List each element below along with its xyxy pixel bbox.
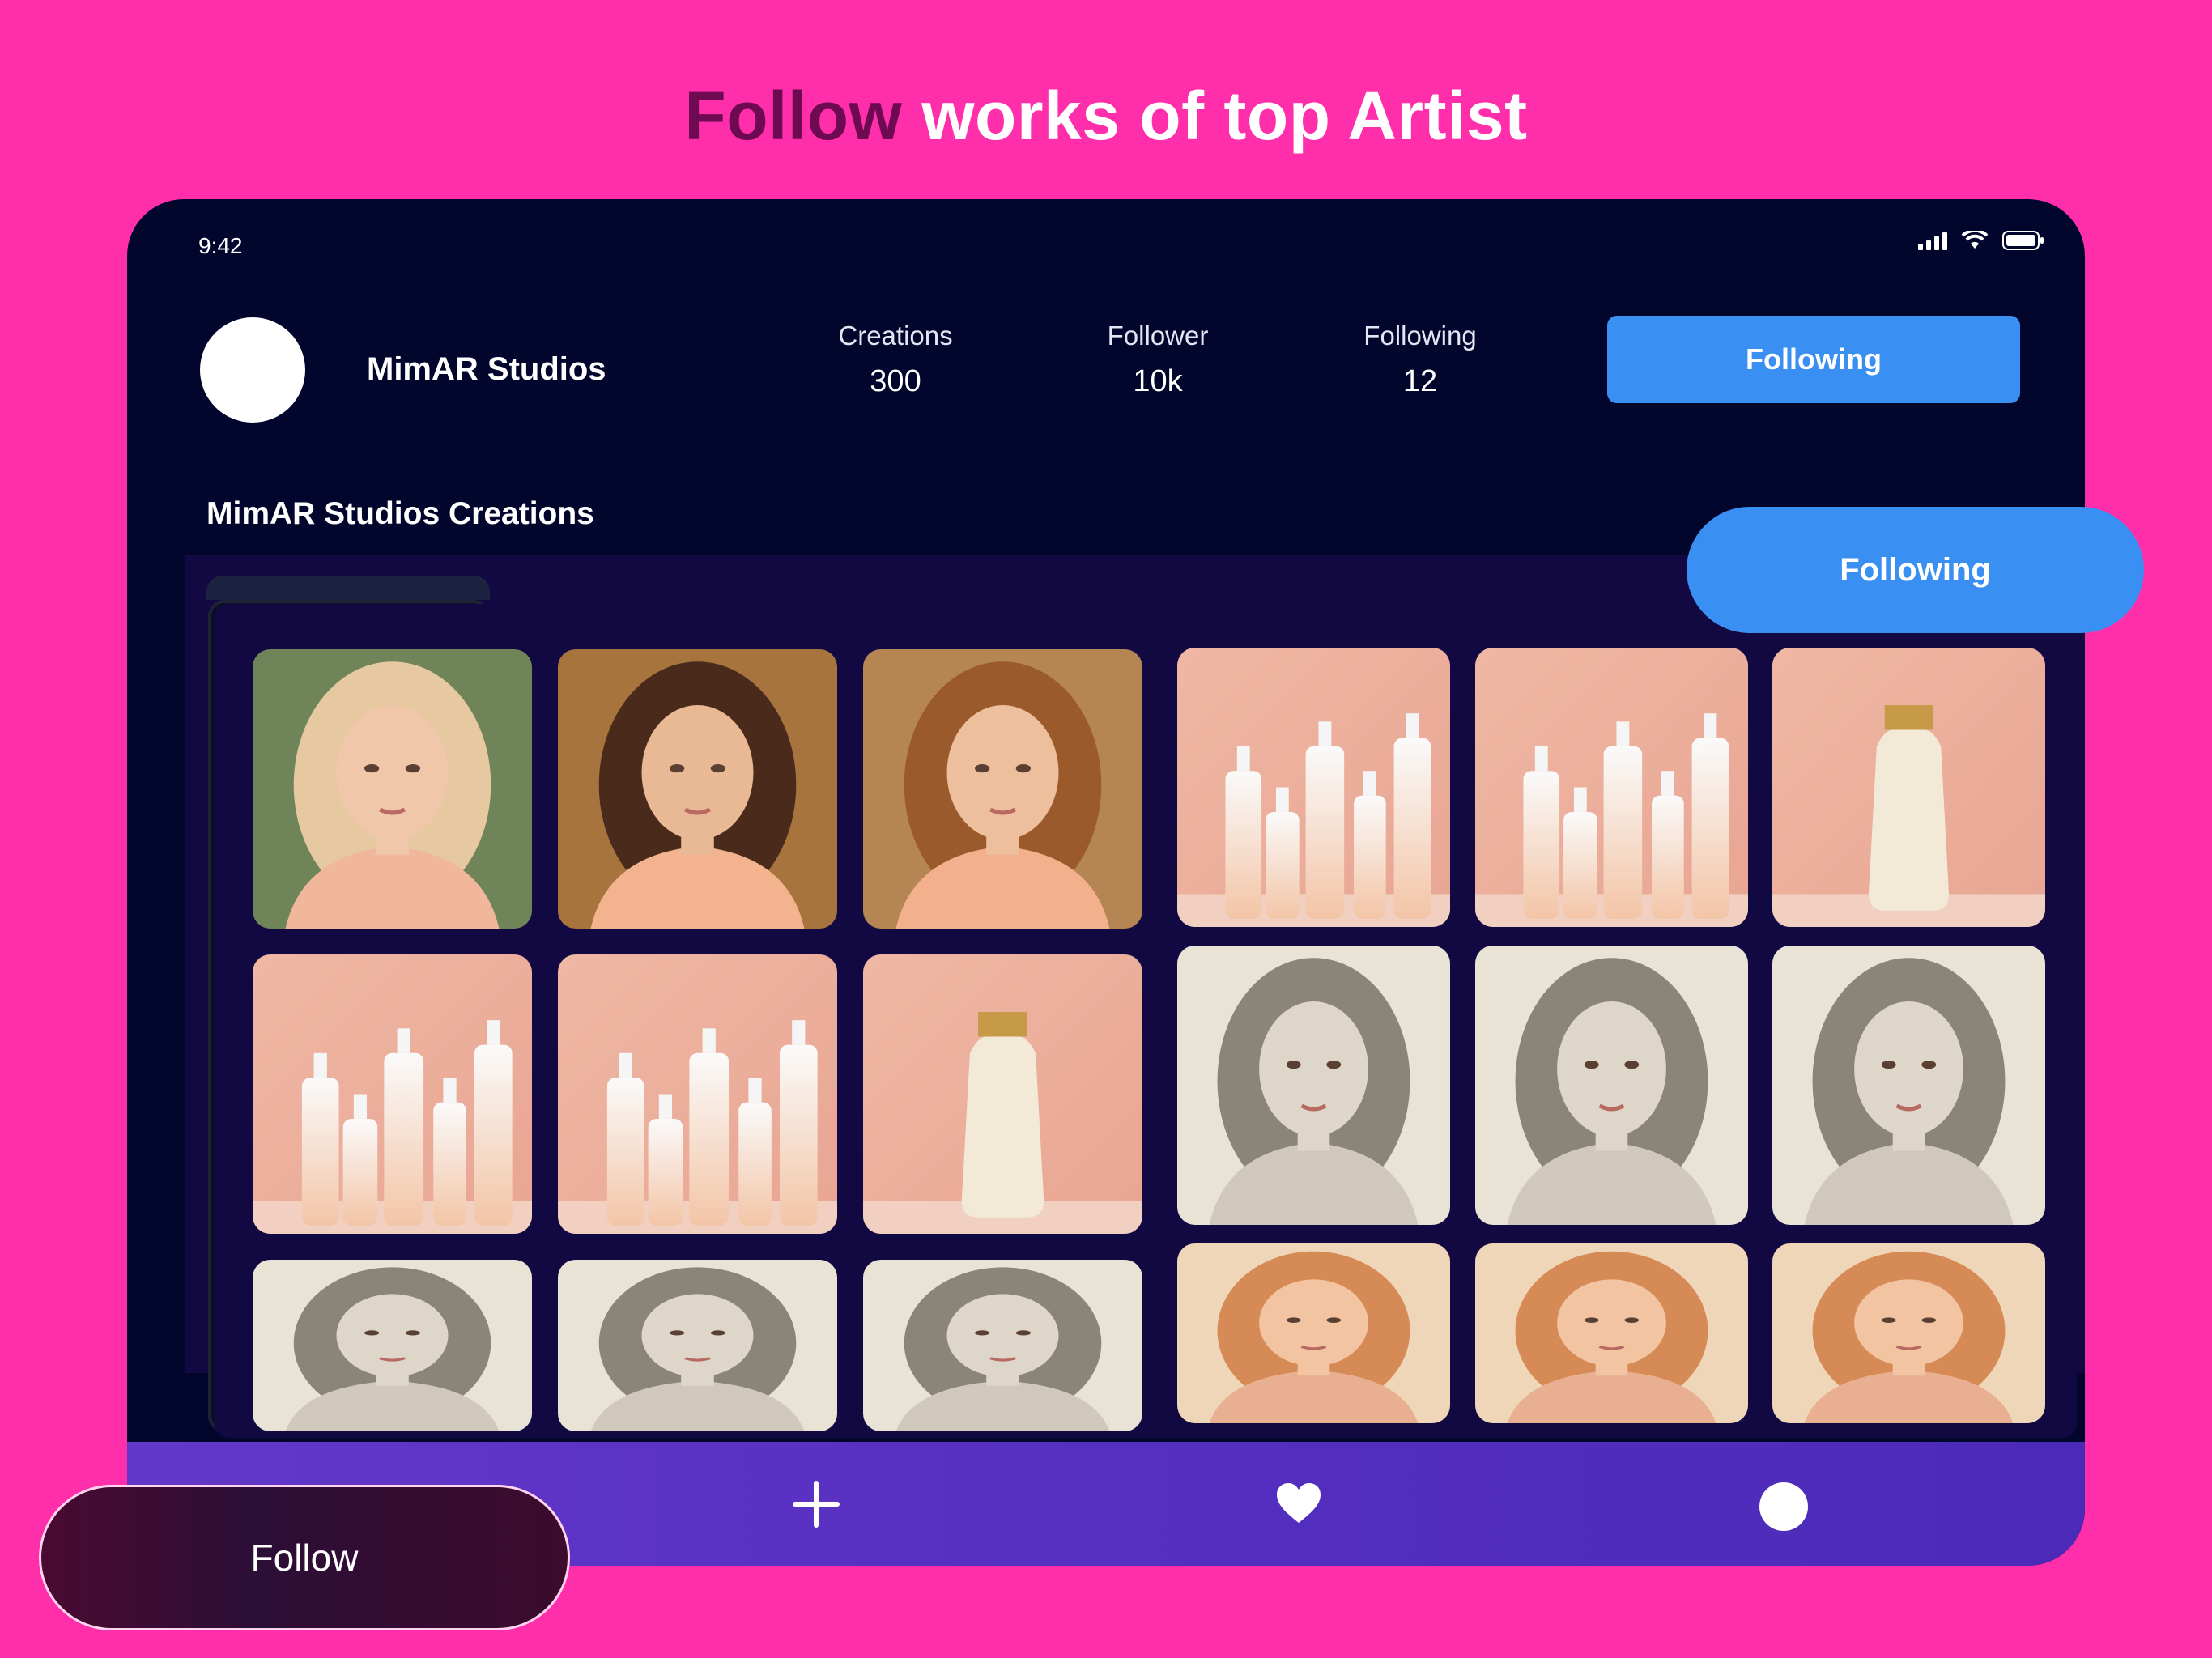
creation-thumbnail[interactable] [253,649,532,929]
creation-thumbnail[interactable] [1177,946,1450,1225]
stat-label: Following [1363,321,1477,351]
heart-icon[interactable] [1275,1482,1322,1528]
creation-thumbnail[interactable] [1475,946,1748,1225]
wifi-icon [1962,231,1988,250]
creation-thumbnail[interactable] [1772,946,2045,1225]
creation-thumbnail[interactable] [863,954,1142,1234]
stat-value: 12 [1402,364,1438,398]
creation-thumbnail[interactable] [1177,1244,1450,1423]
creation-thumbnail[interactable] [1772,648,2045,927]
battery-icon [2002,230,2044,251]
headline-rest: works of top Artist [902,78,1528,154]
avatar[interactable] [200,317,305,423]
following-pill-button[interactable]: Following [1687,507,2144,633]
creation-thumbnail[interactable] [253,1260,532,1431]
creation-thumbnail[interactable] [558,649,837,929]
creation-thumbnail[interactable] [863,1260,1142,1431]
profile-icon[interactable] [1759,1482,1808,1531]
creation-thumbnail[interactable] [558,1260,837,1431]
headline-accent: Follow [684,78,903,154]
creation-thumbnail[interactable] [863,649,1142,929]
follow-pill-button[interactable]: Follow [39,1485,570,1630]
stat-value: 300 [870,364,921,398]
stat-label: Follower [1107,321,1209,351]
creation-thumbnail[interactable] [1475,1244,1748,1423]
ghost-tab [206,576,490,600]
stat-creations[interactable]: Creations 300 [798,321,993,399]
creation-thumbnail[interactable] [1772,1244,2045,1423]
stat-value: 10k [1133,364,1183,398]
following-button[interactable]: Following [1607,316,2020,403]
headline: Follow works of top Artist [0,77,2212,155]
creation-thumbnail[interactable] [558,954,837,1234]
status-time: 9:42 [198,233,243,258]
tablet-screen: 9:42 MimAR Studios Creations 300 Followe… [127,199,2085,1566]
section-title: MimAR Studios Creations [206,496,594,531]
stat-follower[interactable]: Follower 10k [1061,321,1255,399]
stat-following[interactable]: Following 12 [1323,321,1517,399]
stat-label: Creations [838,321,953,351]
creation-thumbnail[interactable] [1475,648,1748,927]
creation-thumbnail[interactable] [253,954,532,1234]
signal-icon [1918,231,1947,250]
status-icons [1918,230,2044,251]
creation-thumbnail[interactable] [1177,648,1450,927]
profile-name: MimAR Studios [367,351,606,387]
add-icon[interactable] [791,1479,841,1533]
